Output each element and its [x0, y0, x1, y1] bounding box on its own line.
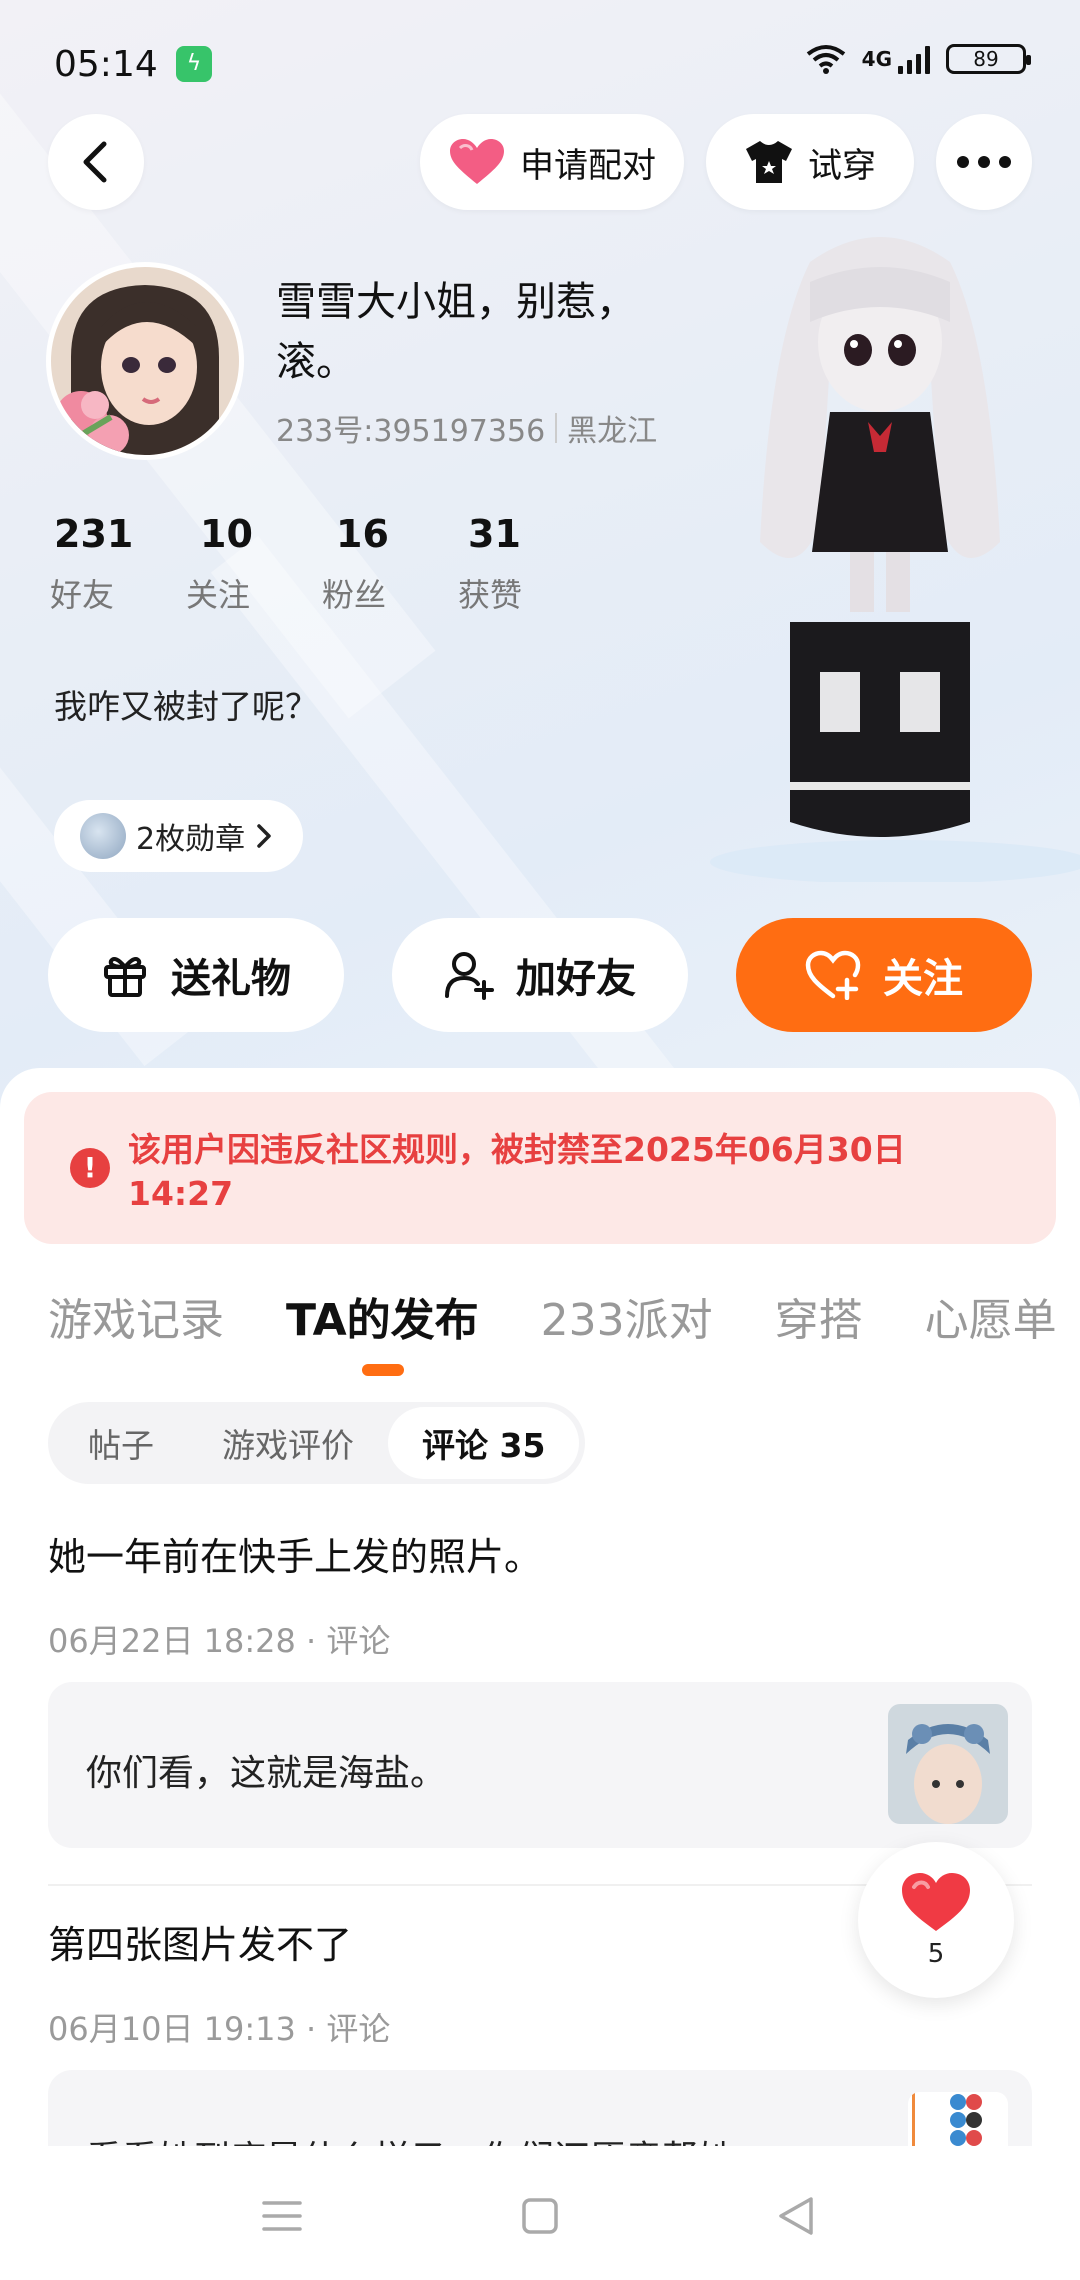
profile-stats: 231 好友 10 关注 16 粉丝 31 获赞: [50, 512, 594, 616]
profile-nickname: 雪雪大小姐，别惹，滚。: [276, 279, 636, 385]
add-friend-button[interactable]: 加好友: [392, 918, 688, 1032]
subtab-segmented-control: 帖子 游戏评价 评论 35: [48, 1402, 586, 1484]
separator: [555, 413, 558, 443]
try-on-label: 试穿: [808, 145, 876, 186]
profile-id-row: 233号:395197356 黑龙江: [276, 406, 657, 450]
heart-plus-icon: [805, 950, 861, 1000]
stat-number: 31: [468, 512, 521, 556]
tab-wishlist[interactable]: 心愿单: [925, 1284, 1057, 1348]
home-button[interactable]: [510, 2186, 570, 2246]
system-navigation-bar: [0, 2146, 1080, 2280]
comment-meta: 06月22日 18:28 · 评论: [48, 1622, 391, 1660]
stat-label: 关注: [186, 576, 251, 614]
signal-icon: [898, 44, 930, 74]
send-gift-button[interactable]: 送礼物: [48, 918, 344, 1032]
battery-saver-icon: ϟ: [176, 46, 212, 82]
like-button[interactable]: 5: [858, 1842, 1014, 1998]
add-user-icon: [445, 952, 494, 1000]
stat-number: 10: [200, 512, 253, 556]
quoted-post-thumbnail: [888, 1704, 1008, 1824]
more-button[interactable]: [936, 114, 1032, 210]
gift-icon: [104, 957, 146, 997]
heart-icon: [450, 139, 504, 184]
medal-icon: [80, 813, 126, 859]
tab-posts[interactable]: TA的发布: [286, 1284, 479, 1348]
tab-outfits[interactable]: 穿搭: [775, 1284, 863, 1348]
quoted-post-text: 你们看，这就是海盐。: [86, 1753, 447, 1794]
status-bar: 05:14 ϟ 4G 89: [0, 0, 1080, 130]
profile-uid: 233号:395197356: [276, 414, 546, 449]
request-match-label: 申请配对: [520, 145, 656, 186]
heart-icon: [902, 1873, 970, 1931]
ban-notice-time: 14:27: [128, 1174, 234, 1213]
profile-tabs: 游戏记录 TA的发布 233派对 穿搭 心愿单: [48, 1284, 1080, 1348]
try-on-button[interactable]: 试穿: [706, 114, 914, 210]
stat-label: 粉丝: [322, 576, 387, 614]
subtab-comments[interactable]: 评论 35: [388, 1407, 580, 1479]
chevron-right-icon: [257, 824, 271, 848]
follow-button[interactable]: 关注: [736, 918, 1032, 1032]
avatar-character-image[interactable]: [700, 222, 1080, 882]
stat-label: 获赞: [458, 576, 523, 614]
comment-title[interactable]: 她一年前在快手上发的照片。: [48, 1526, 542, 1581]
profile-location: 黑龙江: [567, 414, 658, 449]
like-count: 5: [927, 1939, 945, 1969]
quoted-post[interactable]: 你们看，这就是海盐。: [48, 1682, 1032, 1848]
active-tab-indicator: [362, 1364, 404, 1376]
menu-icon: [262, 2201, 302, 2231]
avatar-image: [51, 267, 239, 455]
request-match-button[interactable]: 申请配对: [420, 114, 684, 210]
stat-fans[interactable]: 16 粉丝: [322, 512, 458, 616]
subtab-posts[interactable]: 帖子: [54, 1407, 188, 1479]
stat-friends[interactable]: 231 好友: [50, 512, 186, 616]
follow-label: 关注: [883, 956, 963, 1002]
stat-likes[interactable]: 31 获赞: [458, 512, 594, 616]
back-button[interactable]: [48, 114, 144, 210]
ban-notice: ! 该用户因违反社区规则，被封禁至2025年06月30日 14:27: [24, 1092, 1056, 1244]
home-square-icon: [522, 2198, 558, 2234]
network-type: 4G: [861, 47, 892, 71]
ban-notice-text: 该用户因违反社区规则，被封禁至2025年06月30日: [128, 1130, 906, 1169]
chevron-left-icon: [83, 141, 107, 183]
tab-game-records[interactable]: 游戏记录: [48, 1284, 224, 1348]
back-nav-button[interactable]: [766, 2186, 826, 2246]
send-gift-label: 送礼物: [171, 956, 291, 1002]
status-time: 05:14: [54, 44, 158, 85]
tshirt-icon: [746, 141, 792, 183]
add-friend-label: 加好友: [516, 956, 636, 1002]
back-triangle-icon: [779, 2197, 813, 2235]
stat-number: 16: [336, 512, 389, 556]
badges-label: 2枚勋章: [136, 822, 246, 857]
alert-icon: !: [70, 1148, 110, 1188]
stat-number: 231: [54, 512, 134, 556]
comment-title[interactable]: 第四张图片发不了: [48, 1914, 352, 1969]
badges-button[interactable]: 2枚勋章: [54, 800, 304, 872]
subtab-game-reviews[interactable]: 游戏评价: [188, 1407, 388, 1479]
wifi-icon: [806, 45, 845, 74]
menu-button[interactable]: [252, 2186, 312, 2246]
stat-label: 好友: [50, 576, 115, 614]
tab-233-party[interactable]: 233派对: [541, 1284, 713, 1348]
stat-following[interactable]: 10 关注: [186, 512, 322, 616]
more-dots-icon: [957, 156, 1011, 168]
comment-meta: 06月10日 19:13 · 评论: [48, 2010, 391, 2048]
battery-icon: 89: [946, 44, 1031, 74]
avatar[interactable]: [46, 262, 244, 460]
profile-bio: 我咋又被封了呢？: [54, 687, 318, 726]
